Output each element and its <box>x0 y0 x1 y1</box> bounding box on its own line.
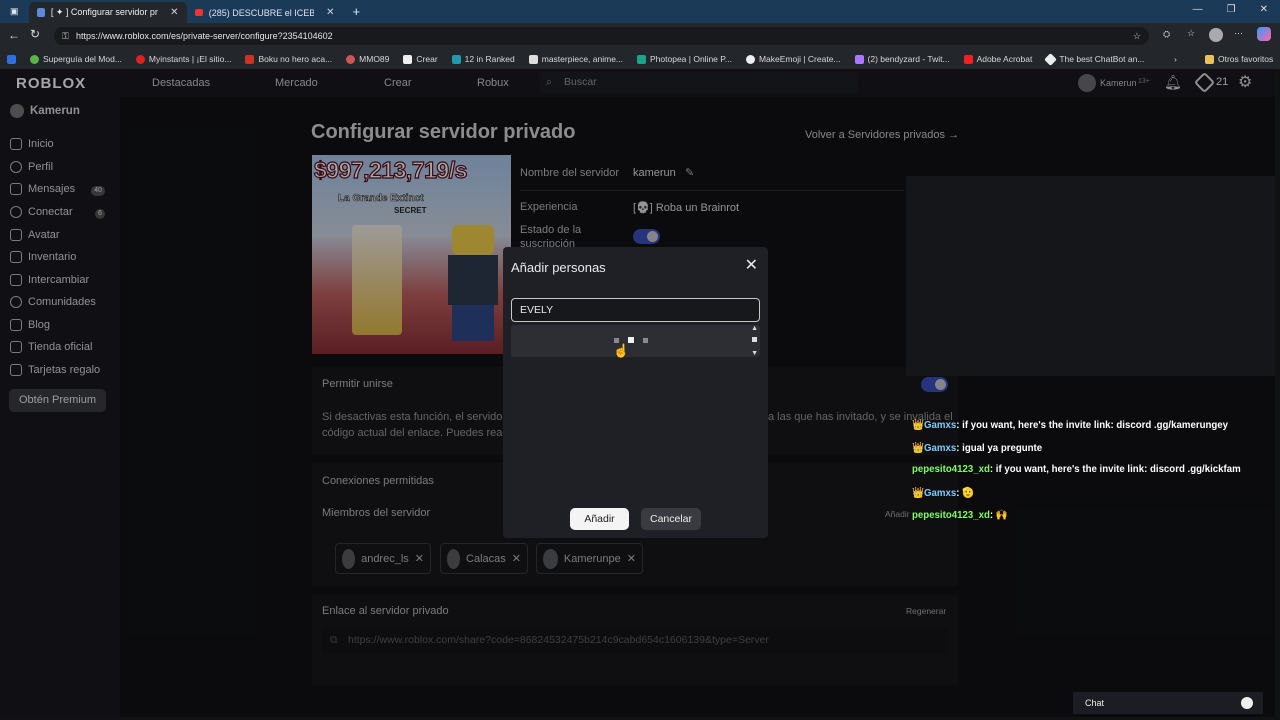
folder-icon <box>1205 54 1214 64</box>
bookmark-icon <box>403 54 413 64</box>
close-icon[interactable]: ✕ <box>745 255 758 275</box>
modal-title: Añadir personas <box>511 260 606 275</box>
chat-toggle-icon[interactable] <box>1241 697 1253 709</box>
bookmark-apps-icon[interactable] <box>0 54 23 64</box>
bookmark-item[interactable]: 12 in Ranked <box>445 54 522 64</box>
bookmark-item[interactable]: masterpiece, anime... <box>522 54 630 64</box>
bookmarks-bar: Superguía del Mod... Myinstants | ¡El si… <box>0 49 1280 69</box>
youtube-tab-icon <box>194 9 203 16</box>
bookmark-item[interactable]: MMO89 <box>339 54 396 64</box>
chat-line: 👑Gamxs: 🫡 <box>912 487 975 499</box>
bookmark-item[interactable]: The best ChatBot an... <box>1039 52 1151 66</box>
scroll-up-icon[interactable]: ▲ <box>751 325 758 332</box>
bookmark-icon <box>963 54 973 64</box>
minimize-icon[interactable]: — <box>1193 4 1203 15</box>
chat-line: 👑Gamxs: if you want, here's the invite l… <box>912 419 1229 431</box>
bookmark-icon <box>451 54 461 64</box>
lock-icon: ⚿ <box>62 31 69 41</box>
bookmark-icon <box>528 54 538 64</box>
roblox-chat-bar[interactable]: Chat <box>1073 692 1263 714</box>
cursor-hand-icon: ☝ <box>613 343 630 358</box>
bookmarks-overflow-icon[interactable]: › <box>1174 54 1177 64</box>
other-favorites[interactable]: Otros favoritos <box>1198 54 1280 64</box>
chat-line: pepesito4123_xd: 🙌 <box>912 509 1008 521</box>
url-text: https://www.roblox.com/es/private-server… <box>76 31 333 41</box>
loading-dot <box>643 338 648 343</box>
back-arrow-icon[interactable]: ← <box>8 28 20 42</box>
bookmark-icon <box>135 54 145 64</box>
bookmark-icon <box>346 54 356 64</box>
tab-label: (285) DESCUBRE el ICEBERG de Lo... <box>208 7 315 18</box>
chat-line: 👑Gamxs: igual ya pregunte <box>912 442 1043 454</box>
bookmark-item[interactable]: Myinstants | ¡El sitio... <box>129 54 239 64</box>
url-field[interactable]: ⚿ https://www.roblox.com/es/private-serv… <box>54 27 1149 45</box>
tab-label: [ ✦ ] Configurar servidor privado <box>50 7 158 17</box>
bookmark-icon <box>745 54 755 64</box>
bookmark-item[interactable]: Boku no hero aca... <box>238 54 339 64</box>
search-results-loading: ▲ ▼ <box>511 325 760 357</box>
tab-configure-server[interactable]: [ ✦ ] Configurar servidor privado ✕ <box>28 2 187 23</box>
bookmark-icon <box>854 54 864 64</box>
favorites-icon[interactable]: ☆ <box>1187 28 1195 39</box>
bookmark-item[interactable]: MakeEmoji | Create... <box>739 54 848 64</box>
address-bar-row: ← ↻ ⚿ https://www.roblox.com/es/private-… <box>0 23 1280 49</box>
window-menu-icon[interactable]: ▣ <box>10 6 19 17</box>
roblox-tab-icon <box>36 8 45 17</box>
bookmark-item[interactable]: Photopea | Online P... <box>630 54 739 64</box>
scroll-handle[interactable] <box>752 337 757 342</box>
bookmark-icon <box>637 54 647 64</box>
scroll-down-icon[interactable]: ▼ <box>751 350 758 357</box>
bookmark-item[interactable]: Superguía del Mod... <box>23 54 129 64</box>
refresh-icon[interactable]: ↻ <box>30 27 40 41</box>
extensions-icon[interactable]: ⛭ <box>1163 29 1170 40</box>
crown-icon: 👑 <box>912 419 925 431</box>
close-tab-icon[interactable]: ✕ <box>170 7 178 18</box>
bookmark-icon <box>245 54 255 64</box>
copilot-icon[interactable] <box>1257 27 1271 41</box>
more-menu-icon[interactable]: ⋯ <box>1234 28 1243 39</box>
bookmark-item[interactable]: Adobe Acrobat <box>957 54 1040 64</box>
new-tab-icon[interactable]: + <box>353 4 361 19</box>
bookmark-item[interactable]: Crear <box>396 54 444 64</box>
cancel-button[interactable]: Cancelar <box>641 508 701 530</box>
search-people-input[interactable]: EVELY <box>511 298 760 322</box>
add-button[interactable]: Añadir <box>570 508 629 530</box>
favorite-star-icon[interactable]: ☆ <box>1133 27 1141 45</box>
bookmark-item[interactable]: (2) bendyzard - Twit... <box>848 54 957 64</box>
bookmark-icon <box>30 54 39 64</box>
close-window-icon[interactable]: ✕ <box>1260 4 1268 15</box>
close-tab-icon[interactable]: ✕ <box>326 7 334 18</box>
tab-youtube[interactable]: (285) DESCUBRE el ICEBERG de Lo... ✕ <box>187 2 343 23</box>
browser-tab-strip: ▣ [ ✦ ] Configurar servidor privado ✕ (2… <box>0 0 1280 23</box>
crown-icon: 👑 <box>912 442 925 454</box>
avatar[interactable] <box>1209 28 1223 42</box>
add-people-modal: Añadir personas ✕ EVELY ▲ ▼ ☝ Añadir Can… <box>503 247 768 538</box>
maximize-icon[interactable]: ❐ <box>1227 4 1236 15</box>
window-controls: — ❐ ✕ <box>1193 4 1268 15</box>
stream-overlay-panel <box>906 176 1275 376</box>
bookmark-icon <box>1044 52 1058 66</box>
chat-line: pepesito4123_xd: if you want, here's the… <box>912 463 1241 475</box>
crown-icon: 👑 <box>912 487 925 499</box>
